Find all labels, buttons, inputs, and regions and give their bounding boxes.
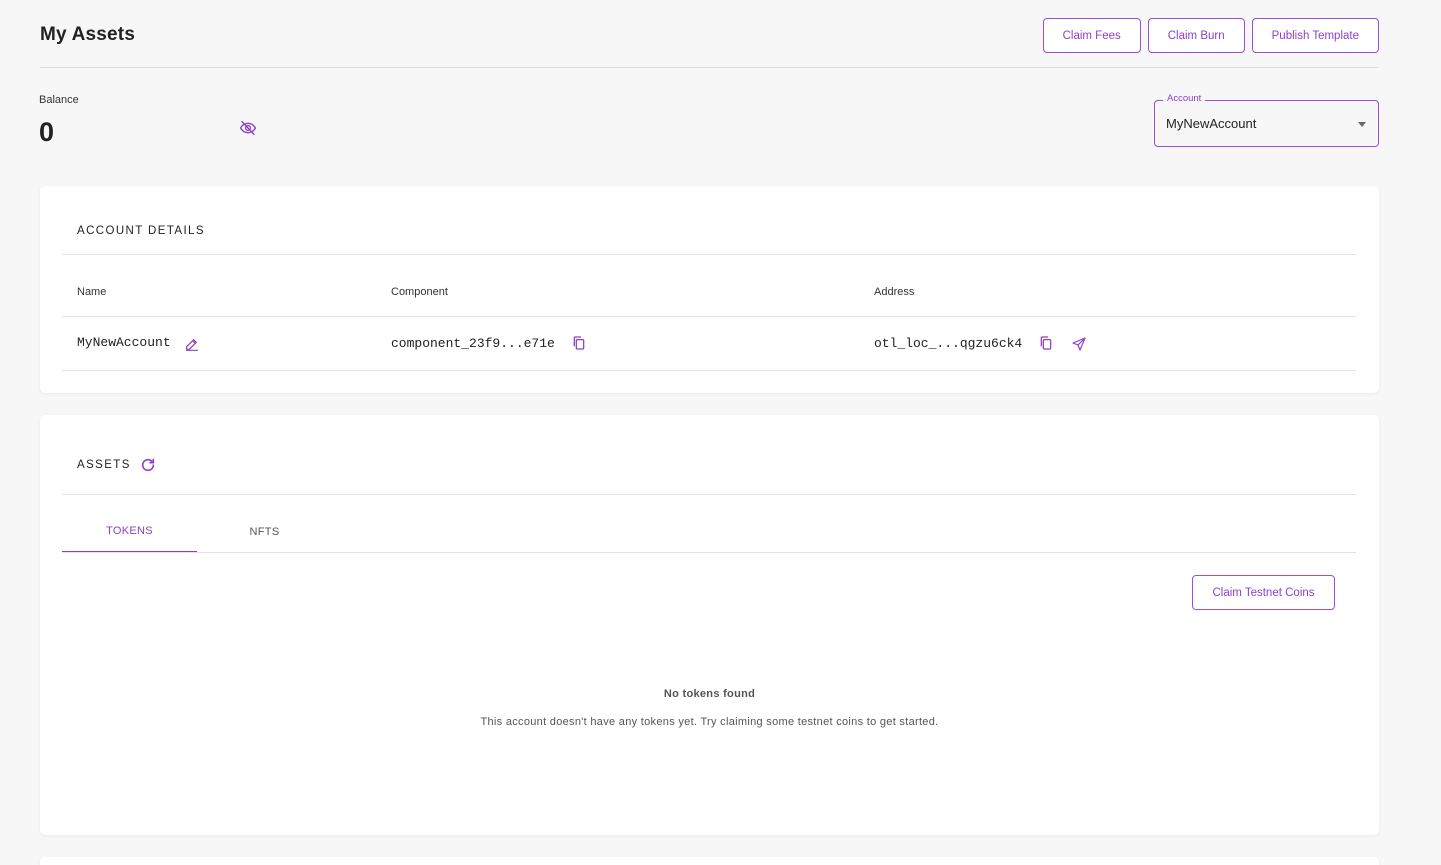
account-select[interactable]: Account MyNewAccount — [1154, 93, 1379, 147]
publish-template-button[interactable]: Publish Template — [1251, 18, 1379, 53]
account-name: MyNewAccount — [77, 335, 171, 350]
assets-card: ASSETS TOKENS NFTS Claim Testnet Coins N… — [40, 415, 1379, 835]
divider — [62, 316, 1356, 317]
account-select-label: Account — [1163, 93, 1206, 104]
copy-icon[interactable] — [1038, 335, 1054, 351]
claim-fees-button[interactable]: Claim Fees — [1042, 18, 1141, 53]
divider — [62, 552, 1356, 553]
claim-burn-button[interactable]: Claim Burn — [1147, 18, 1245, 53]
eye-off-icon[interactable] — [238, 119, 258, 137]
component-id: component_23f9...e71e — [391, 336, 555, 351]
empty-state-text: This account doesn't have any tokens yet… — [480, 716, 939, 728]
account-address: otl_loc_...qgzu6ck4 — [874, 336, 1023, 351]
assets-title: ASSETS — [77, 459, 131, 471]
next-card — [40, 857, 1379, 865]
send-icon[interactable] — [1071, 336, 1087, 352]
column-header-address: Address — [874, 286, 915, 298]
account-select-value: MyNewAccount — [1166, 116, 1257, 131]
account-details-card: ACCOUNT DETAILS Name Component Address M… — [40, 186, 1379, 393]
refresh-icon[interactable] — [140, 457, 156, 473]
balance-value: 0 — [39, 117, 55, 147]
divider — [62, 494, 1356, 495]
edit-icon[interactable] — [184, 336, 200, 352]
page-title: My Assets — [40, 24, 136, 45]
page-header: My Assets Claim Fees Claim Burn Publish … — [40, 0, 1379, 68]
divider — [62, 254, 1356, 255]
claim-testnet-coins-button[interactable]: Claim Testnet Coins — [1192, 575, 1335, 610]
chevron-down-icon — [1358, 122, 1366, 127]
balance-label: Balance — [39, 94, 79, 106]
tab-nfts[interactable]: NFTS — [197, 511, 332, 553]
account-details-title: ACCOUNT DETAILS — [77, 225, 205, 237]
header-actions: Claim Fees Claim Burn Publish Template — [1042, 18, 1379, 53]
copy-icon[interactable] — [571, 335, 587, 351]
column-header-component: Component — [391, 286, 448, 298]
column-header-name: Name — [77, 286, 107, 298]
divider — [62, 370, 1356, 371]
empty-state-title: No tokens found — [663, 688, 756, 700]
tab-tokens[interactable]: TOKENS — [62, 511, 197, 553]
